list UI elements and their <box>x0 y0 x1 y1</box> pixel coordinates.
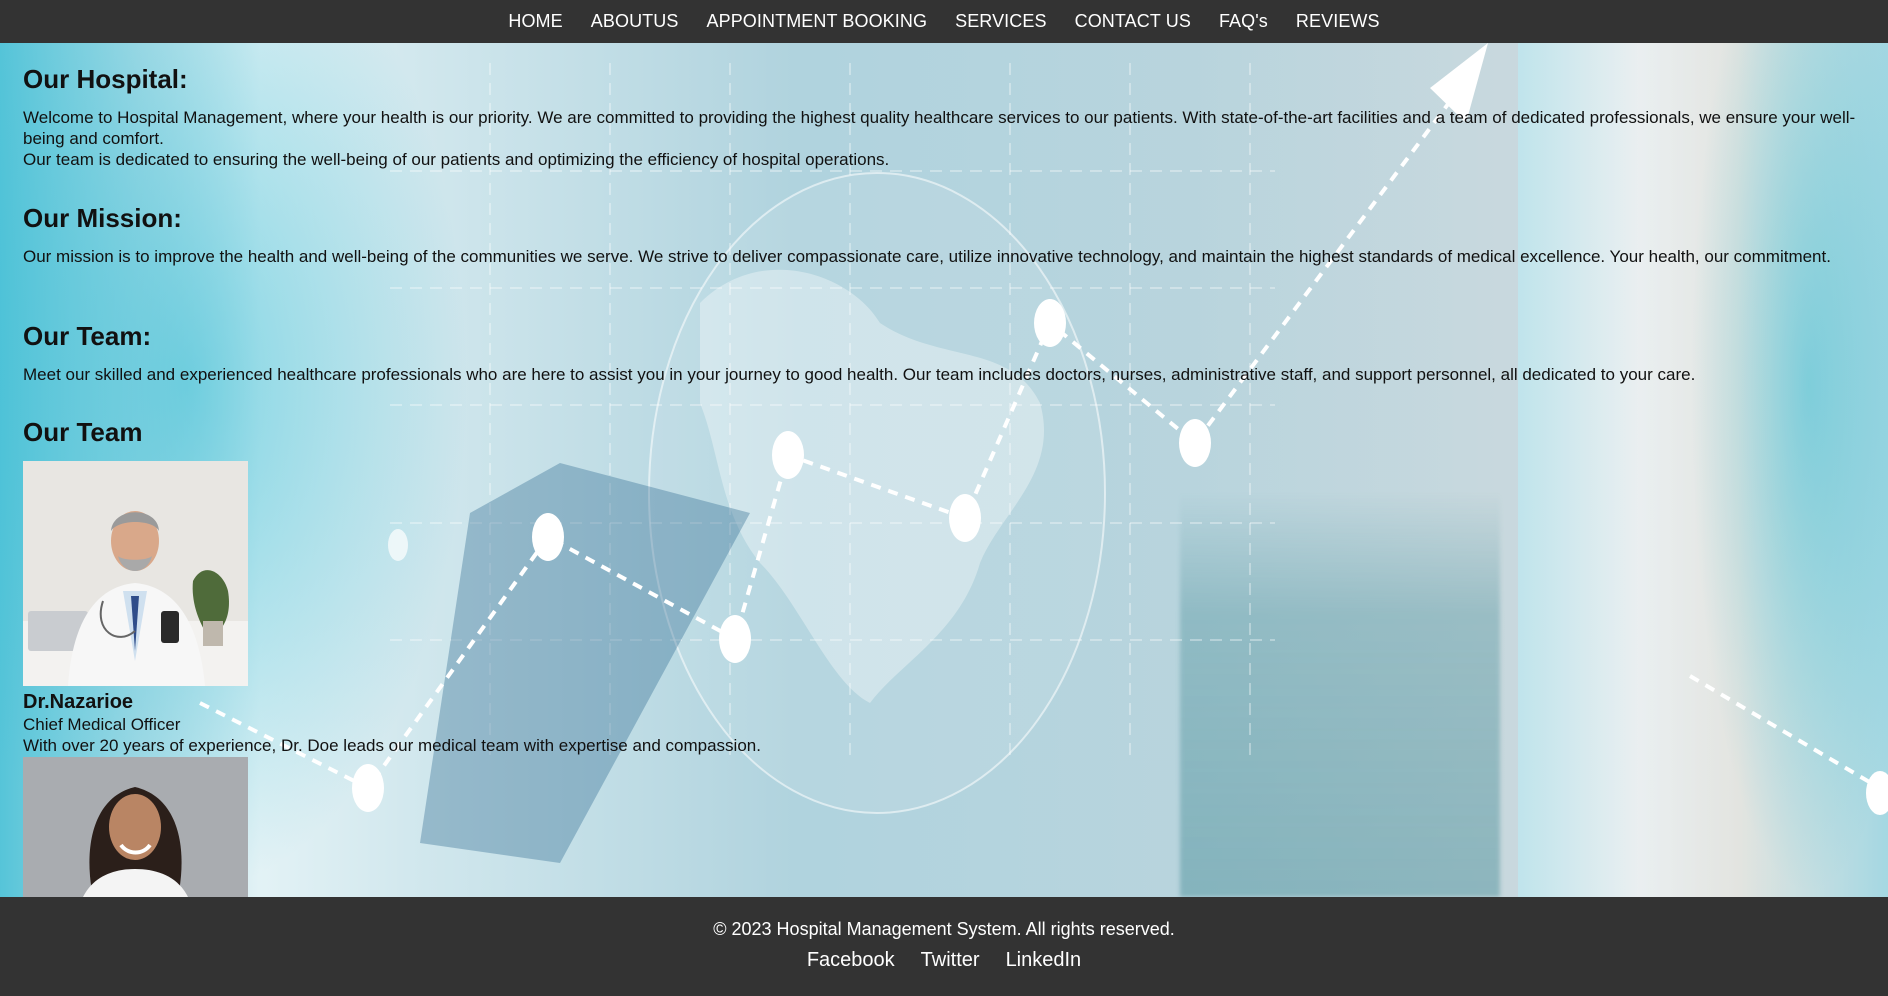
footer-facebook-link[interactable]: Facebook <box>794 949 908 972</box>
background-network-graphic <box>199 43 1888 863</box>
page-footer: © 2023 Hospital Management System. All r… <box>0 897 1888 996</box>
our-mission-paragraph: Our mission is to improve the health and… <box>23 247 1831 266</box>
footer-copyright: © 2023 Hospital Management System. All r… <box>713 919 1175 939</box>
our-team-intro-paragraph: Meet our skilled and experienced healthc… <box>23 365 1696 384</box>
nav-faqs-link[interactable]: FAQ's <box>1205 0 1282 43</box>
footer-social-links: Facebook Twitter LinkedIn <box>0 949 1888 972</box>
top-navbar: HOME ABOUTUS APPOINTMENT BOOKING SERVICE… <box>0 0 1888 43</box>
team-member-role: Chief Medical Officer <box>23 715 181 734</box>
footer-linkedin-link[interactable]: LinkedIn <box>993 949 1095 972</box>
footer-twitter-link[interactable]: Twitter <box>908 949 993 972</box>
team-member-bio: With over 20 years of experience, Dr. Do… <box>23 736 761 755</box>
doctor-portrait-illustration-2 <box>23 757 248 897</box>
background-image <box>0 43 1888 897</box>
nav-appointment-booking-link[interactable]: APPOINTMENT BOOKING <box>692 0 941 43</box>
nav-aboutus-link[interactable]: ABOUTUS <box>577 0 693 43</box>
doctor-portrait-illustration <box>23 461 248 686</box>
our-hospital-paragraph: Welcome to Hospital Management, where yo… <box>23 108 1856 148</box>
team-section-heading: Our Team <box>23 417 143 447</box>
our-mission-heading: Our Mission: <box>23 203 182 233</box>
doctor-photo-1 <box>23 461 248 686</box>
nav-contact-us-link[interactable]: CONTACT US <box>1061 0 1205 43</box>
doctor-photo-2 <box>23 757 248 897</box>
nav-services-link[interactable]: SERVICES <box>941 0 1061 43</box>
our-hospital-heading: Our Hospital: <box>23 64 188 94</box>
our-hospital-paragraph-2: Our team is dedicated to ensuring the we… <box>23 150 890 169</box>
nav-reviews-link[interactable]: REVIEWS <box>1282 0 1394 43</box>
nav-home-link[interactable]: HOME <box>494 0 576 43</box>
our-team-intro-heading: Our Team: <box>23 321 152 351</box>
team-member-name: Dr.Nazarioe <box>23 691 134 713</box>
